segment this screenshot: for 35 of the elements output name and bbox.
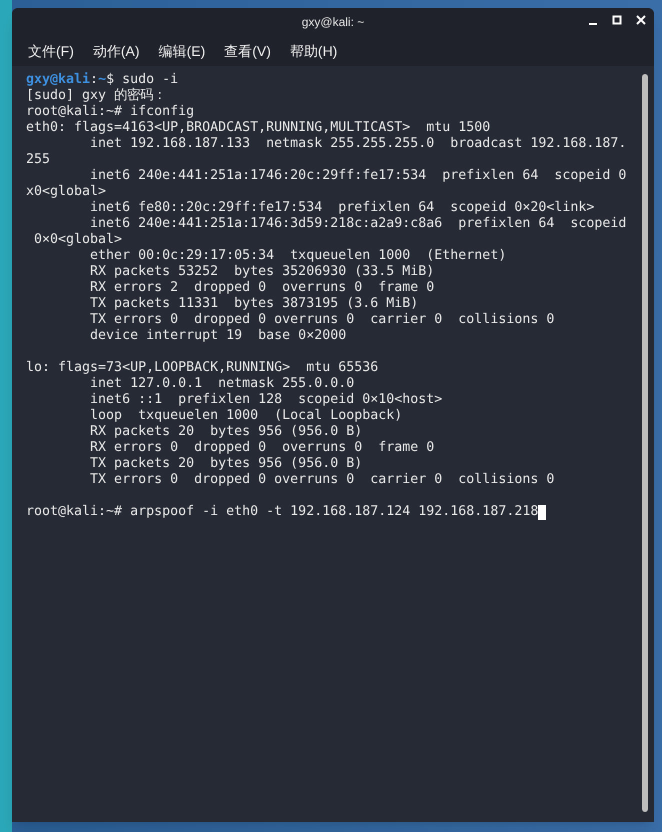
- terminal-line: TX packets 11331 bytes 3873195 (3.6 MiB): [89, 296, 418, 312]
- terminal-line: RX packets 20 bytes 956 (956.0 B): [89, 424, 362, 440]
- terminal-line: RX errors 0 dropped 0 overruns 0 frame 0: [89, 440, 434, 456]
- terminal-line: eth0: flags=4163<UP,BROADCAST,RUNNING,MULTICAST> mtu 1500: [26, 120, 490, 136]
- terminal-line: inet6 fe80::20c:29ff:fe17:534 prefixlen 64 scopeid 0×20<link>: [89, 200, 594, 216]
- menu-item[interactable]: 文件(F): [28, 40, 74, 62]
- terminal-line: [sudo] gxy 的密码：: [26, 88, 166, 104]
- terminal-line: 255: [26, 152, 50, 168]
- terminal-line: ether 00:0c:29:17:05:34 txqueuelen 1000 (Ethernet): [89, 248, 506, 264]
- menu-item[interactable]: 查看(V): [224, 40, 271, 62]
- terminal-line: root@kali:~# ifconfig: [26, 104, 194, 120]
- terminal-line: 0×0<global>: [33, 232, 122, 248]
- terminal-line: root@kali:~# arpspoof -i eth0 -t 192.168.187.124 192.168.187.218: [26, 504, 538, 520]
- terminal-line: inet 192.168.187.133 netmask 255.255.255.0 broadcast 192.168.187.: [89, 136, 626, 152]
- maximize-icon[interactable]: [612, 15, 622, 25]
- menu-item[interactable]: 动作(A): [92, 40, 140, 62]
- window-title: gxy@kali: ~: [302, 14, 364, 31]
- terminal-line: lo: flags=73<UP,LOOPBACK,RUNNING> mtu 65536: [26, 360, 378, 376]
- terminal-line: TX errors 0 dropped 0 overruns 0 carrier 0 collisions 0: [89, 472, 554, 488]
- menu-item[interactable]: 帮助(H): [290, 40, 338, 62]
- close-icon[interactable]: [636, 15, 646, 25]
- terminal-line: gxy@kali:~$ sudo -i: [26, 72, 178, 88]
- terminal-line: device interrupt 19 base 0×2000: [89, 328, 346, 344]
- terminal-line: RX packets 53252 bytes 35206930 (33.5 MiB): [89, 264, 434, 280]
- terminal-line: inet6 240e:441:251a:1746:3d59:218c:a2a9:c8a6 prefixlen 64 scopeid: [89, 216, 626, 232]
- terminal-line: inet6 ::1 prefixlen 128 scopeid 0×10<host>: [89, 392, 442, 408]
- terminal-line: TX packets 20 bytes 956 (956.0 B): [89, 456, 362, 472]
- terminal-line: x0<global>: [26, 184, 106, 200]
- terminal-line: loop txqueuelen 1000 (Local Loopback): [89, 408, 402, 424]
- terminal-line: RX errors 2 dropped 0 overruns 0 frame 0: [89, 280, 434, 296]
- terminal-line: inet6 240e:441:251a:1746:20c:29ff:fe17:534 prefixlen 64 scopeid 0: [89, 168, 626, 184]
- menu-item[interactable]: 编辑(E): [158, 40, 206, 62]
- terminal-line: inet 127.0.0.1 netmask 255.0.0.0: [89, 376, 354, 392]
- scrollbar[interactable]: [642, 74, 648, 812]
- terminal-line: TX errors 0 dropped 0 overruns 0 carrier 0 collisions 0: [89, 312, 554, 328]
